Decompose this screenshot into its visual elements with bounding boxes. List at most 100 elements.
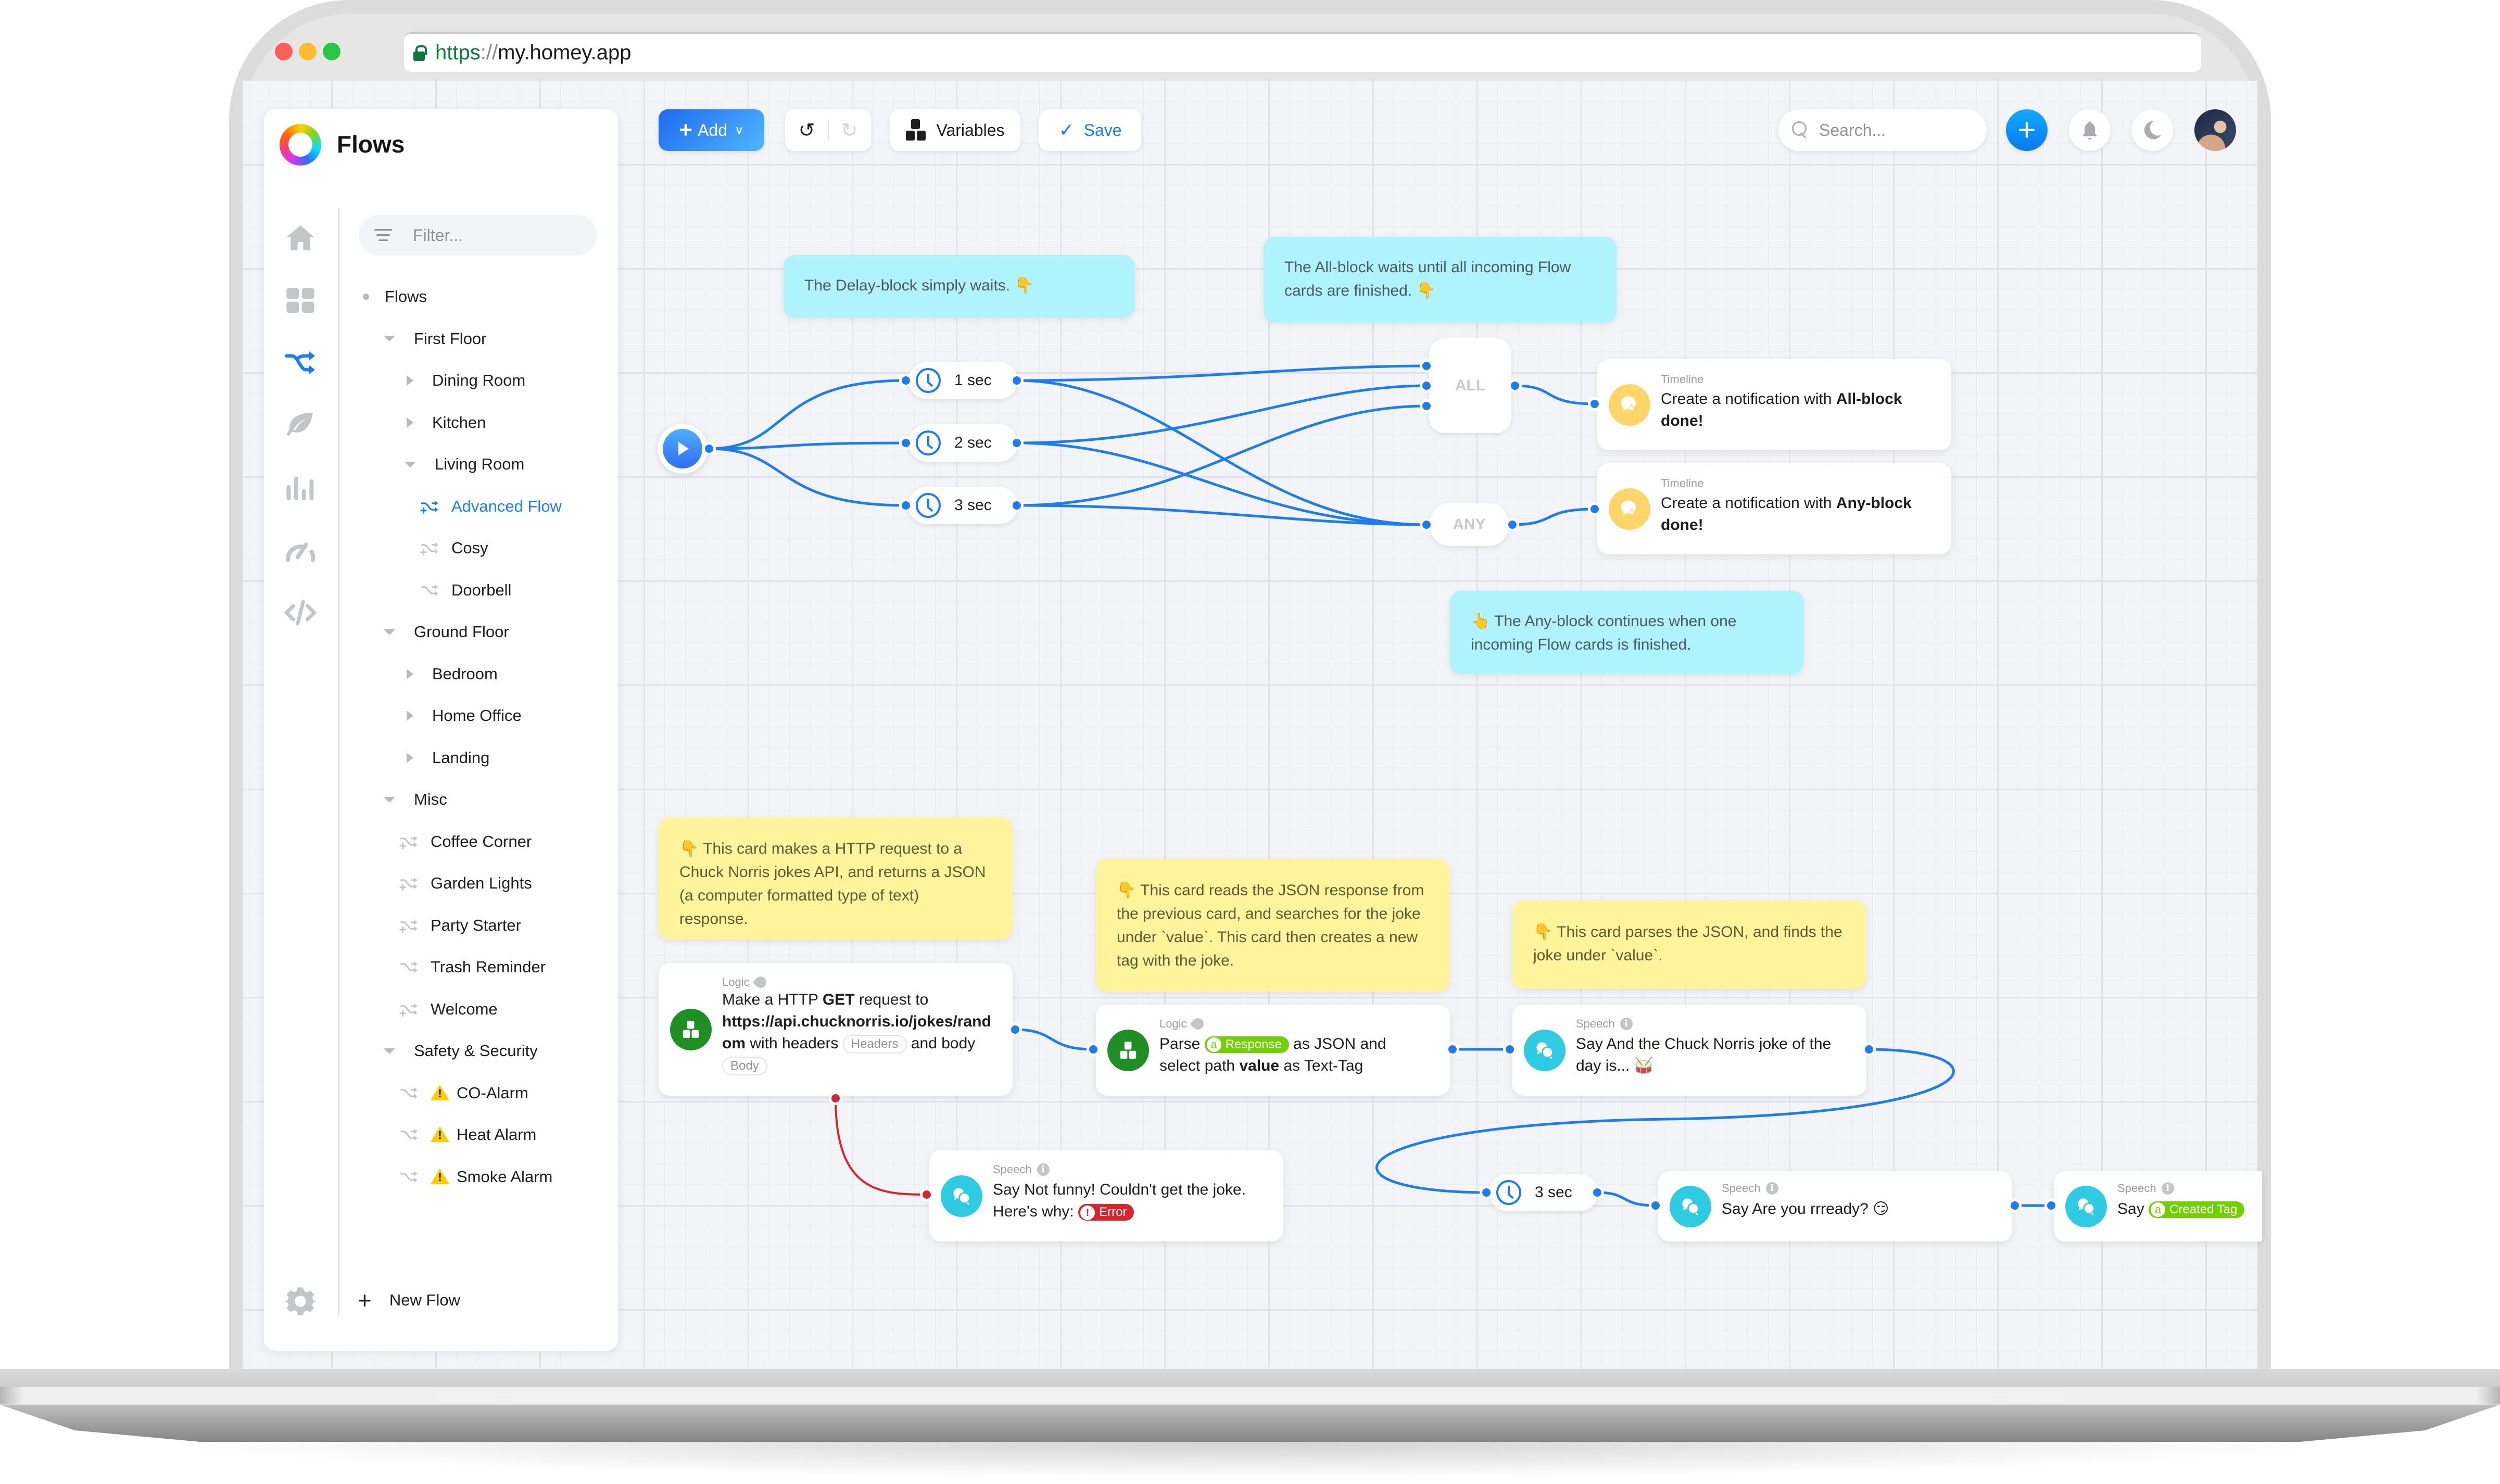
caret-right-icon[interactable] (407, 668, 413, 679)
tree-item-welcome[interactable]: Welcome (399, 994, 498, 1025)
connection-port[interactable] (1865, 1045, 1873, 1054)
home-icon[interactable] (284, 221, 317, 255)
caret-down-icon[interactable] (384, 336, 395, 341)
energy-leaf-icon[interactable] (284, 409, 317, 442)
connection-port[interactable] (1506, 1045, 1514, 1054)
response-tag-pill[interactable]: a Response (1204, 1036, 1289, 1054)
start-flow-button[interactable] (658, 424, 708, 474)
tree-item-landing[interactable]: Landing (405, 742, 489, 773)
tree-item-heat-alarm[interactable]: Heat Alarm (399, 1119, 536, 1150)
connection-port[interactable] (1593, 1188, 1601, 1197)
settings-gear-icon[interactable] (284, 1285, 317, 1318)
connection-port[interactable] (1651, 1201, 1660, 1210)
tree-item-coffee-corner[interactable]: Coffee Corner (399, 826, 532, 857)
user-avatar[interactable] (2194, 109, 2236, 151)
body-pill[interactable]: Body (722, 1057, 767, 1076)
note-parse[interactable]: 👇 This card reads the JSON response from… (1096, 859, 1450, 992)
tree-item-garden-lights[interactable]: Garden Lights (399, 868, 532, 899)
note-speech[interactable]: 👇 This card parses the JSON, and finds t… (1512, 900, 1866, 989)
connection-port[interactable] (1422, 402, 1431, 410)
flows-icon[interactable] (284, 346, 317, 379)
tree-item-cosy[interactable]: Cosy (420, 532, 488, 564)
caret-down-icon[interactable] (384, 629, 395, 635)
tree-item-smoke-alarm[interactable]: Smoke Alarm (399, 1161, 552, 1193)
developer-code-icon[interactable] (284, 596, 317, 629)
connection-port[interactable] (1013, 501, 1021, 510)
address-bar[interactable]: https://my.homey.app (404, 32, 2201, 72)
created-tag-pill[interactable]: a Created Tag (2149, 1201, 2245, 1219)
connection-port[interactable] (705, 445, 713, 453)
caret-down-icon[interactable] (405, 461, 416, 467)
speech-joke-card[interactable]: Speech i Say And the Chuck Norris joke of… (1512, 1005, 1866, 1096)
connection-port[interactable] (2011, 1201, 2019, 1210)
tree-item-kitchen[interactable]: Kitchen (405, 407, 486, 438)
connection-port[interactable] (1422, 521, 1431, 529)
timeline-card-any[interactable]: Timeline Create a notification with Any-… (1597, 463, 1951, 554)
tree-item-bedroom[interactable]: Bedroom (405, 658, 498, 690)
tree-item-home-office[interactable]: Home Office (405, 700, 522, 731)
connection-port[interactable] (1011, 1025, 1019, 1034)
tree-item-ground-floor[interactable]: Ground Floor (384, 616, 509, 648)
connection-port[interactable] (1590, 400, 1599, 408)
save-button[interactable]: ✓ Save (1039, 109, 1141, 151)
tree-item-dining-room[interactable]: Dining Room (405, 365, 525, 396)
error-tag-pill[interactable]: ! Error (1078, 1204, 1134, 1221)
connection-port[interactable] (902, 376, 910, 385)
tree-item-co-alarm[interactable]: CO-Alarm (399, 1077, 528, 1109)
connection-port[interactable] (1422, 362, 1431, 370)
filter-input[interactable] (413, 225, 569, 245)
notifications-button[interactable] (2069, 109, 2111, 151)
connection-port[interactable] (1422, 382, 1431, 390)
variables-button[interactable]: Variables (890, 109, 1020, 151)
speech-tag-card[interactable]: Speech i Say a Created Tag (2054, 1171, 2262, 1241)
dark-mode-button[interactable] (2131, 109, 2173, 151)
delay-block-1[interactable]: 1 sec (908, 362, 1018, 399)
parse-json-card[interactable]: Logic Parse a Response as JSON and select … (1096, 1005, 1450, 1096)
quick-add-button[interactable]: + (2006, 109, 2048, 151)
tree-item-party-starter[interactable]: Party Starter (399, 910, 521, 941)
tree-item-advanced-flow[interactable]: Advanced Flow (420, 491, 562, 522)
note-delay[interactable]: The Delay-block simply waits. 👇 (784, 255, 1135, 318)
delay-block-bottom[interactable]: 3 sec (1489, 1174, 1598, 1211)
tree-item-first-floor[interactable]: First Floor (384, 323, 487, 354)
speech-ready-card[interactable]: Speech i Say Are you rrready? 😏 (1658, 1171, 2012, 1241)
caret-down-icon[interactable] (384, 1048, 395, 1054)
connection-port[interactable] (1508, 521, 1517, 529)
delay-block-3[interactable]: 3 sec (908, 487, 1018, 524)
caret-right-icon[interactable] (407, 752, 413, 763)
connection-port[interactable] (1089, 1045, 1097, 1054)
tree-item-flows[interactable]: Flows (363, 281, 427, 312)
http-request-card[interactable]: Logic Make a HTTP GET request to https://… (659, 963, 1013, 1096)
tree-item-doorbell[interactable]: Doorbell (420, 575, 511, 606)
tree-item-living-room[interactable]: Living Room (405, 449, 524, 480)
tree-item-safety-security[interactable]: Safety & Security (384, 1035, 538, 1067)
insights-icon[interactable] (284, 471, 317, 504)
window-close-button[interactable] (275, 43, 293, 60)
headers-pill[interactable]: Headers (842, 1035, 907, 1054)
tree-item-misc[interactable]: Misc (384, 784, 447, 815)
connection-port[interactable] (1482, 1188, 1491, 1197)
note-any-block[interactable]: 👆 The Any-block continues when one incom… (1450, 591, 1804, 674)
error-port[interactable] (923, 1190, 931, 1199)
connection-port[interactable] (1448, 1045, 1457, 1054)
undo-icon[interactable]: ↺ (799, 119, 815, 142)
filter-field[interactable] (359, 215, 597, 256)
note-http[interactable]: 👇 This card makes a HTTP request to a Ch… (659, 817, 1013, 940)
redo-icon[interactable]: ↻ (841, 119, 858, 142)
search-input[interactable] (1819, 120, 1975, 140)
delay-block-2[interactable]: 2 sec (908, 424, 1018, 462)
caret-right-icon[interactable] (407, 375, 413, 386)
window-maximize-button[interactable] (323, 43, 340, 60)
error-port[interactable] (831, 1094, 840, 1102)
connection-port[interactable] (1590, 505, 1599, 513)
search-field[interactable] (1778, 109, 1987, 151)
dashboard-icon[interactable] (284, 284, 317, 317)
speech-error-card[interactable]: Speech i Say Not funny! Couldn't get the … (929, 1150, 1283, 1241)
all-block[interactable]: ALL (1429, 338, 1511, 433)
add-button[interactable]: + Add ∨ (659, 109, 764, 151)
caret-down-icon[interactable] (384, 796, 395, 803)
caret-right-icon[interactable] (407, 417, 413, 428)
timeline-card-all[interactable]: Timeline Create a notification with All-… (1597, 359, 1951, 450)
connection-port[interactable] (1013, 376, 1021, 385)
window-minimize-button[interactable] (299, 43, 317, 60)
